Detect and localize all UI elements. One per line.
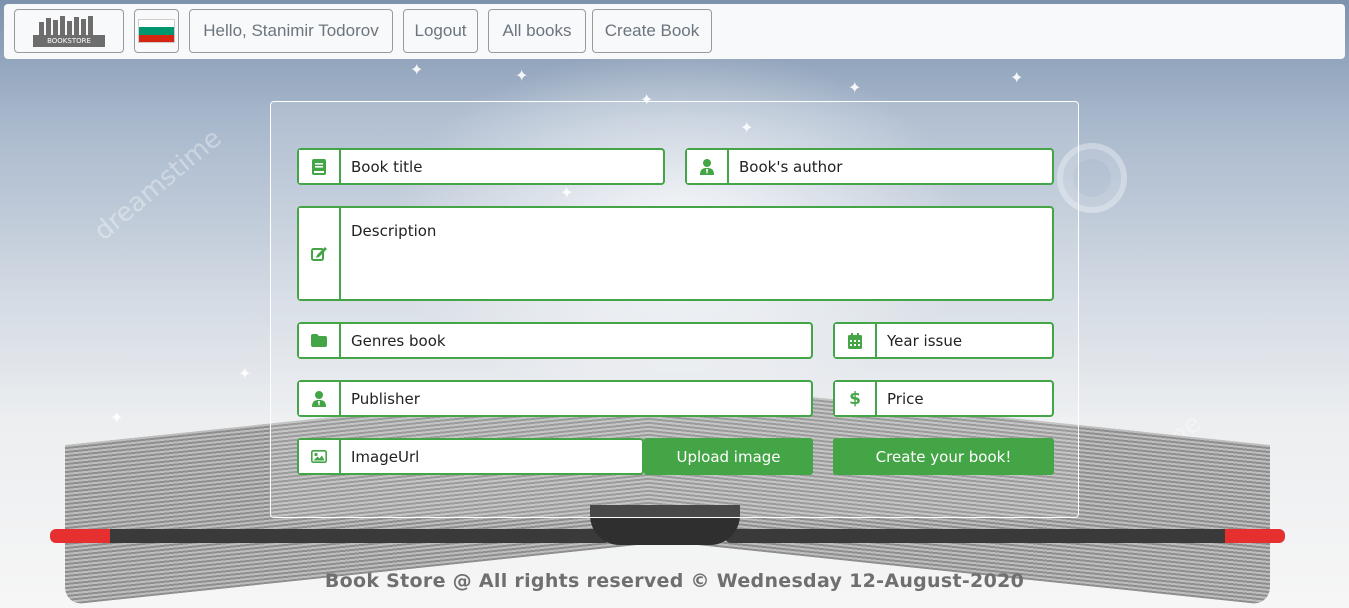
book-author-field[interactable]: Book's author: [685, 148, 1054, 185]
create-book-form: Book title Book's author Description Gen…: [270, 101, 1079, 518]
upload-image-button[interactable]: Upload image: [644, 438, 813, 475]
book-author-input[interactable]: Book's author: [729, 150, 1052, 183]
image-url-input[interactable]: ImageUrl: [341, 440, 642, 473]
publisher-field[interactable]: Publisher: [297, 380, 813, 417]
genres-input[interactable]: Genres book: [341, 324, 811, 357]
home-logo-button[interactable]: BOOKSTORE: [14, 9, 124, 53]
book-icon: [299, 150, 341, 183]
description-textarea[interactable]: Description: [341, 208, 1052, 299]
image-url-field[interactable]: ImageUrl: [297, 438, 644, 475]
price-input[interactable]: Price: [877, 382, 1052, 415]
bookstore-logo: BOOKSTORE: [33, 14, 105, 48]
sparkle-icon: ✦: [1010, 68, 1024, 87]
image-icon: [299, 440, 341, 473]
navbar: BOOKSTORE Hello, Stanimir Todorov Logout…: [4, 4, 1345, 59]
folder-icon: [299, 324, 341, 357]
logout-button[interactable]: Logout: [403, 9, 478, 53]
all-books-button[interactable]: All books: [488, 9, 586, 53]
publisher-input[interactable]: Publisher: [341, 382, 811, 415]
sparkle-icon: ✦: [848, 78, 862, 97]
logo-text: BOOKSTORE: [33, 35, 105, 47]
user-greeting-button[interactable]: Hello, Stanimir Todorov: [189, 9, 393, 53]
description-field[interactable]: Description: [297, 206, 1054, 301]
year-input[interactable]: Year issue: [877, 324, 1052, 357]
user-tie-icon: [687, 150, 729, 183]
calendar-icon: [835, 324, 877, 357]
edit-icon: [299, 208, 341, 299]
sparkle-icon: ✦: [410, 60, 424, 79]
watermark-text: dreamstime: [88, 123, 228, 247]
genres-field[interactable]: Genres book: [297, 322, 813, 359]
bulgaria-flag-icon: [138, 19, 175, 43]
dollar-icon: $: [835, 382, 877, 415]
book-title-input[interactable]: Book title: [341, 150, 663, 183]
book-title-field[interactable]: Book title: [297, 148, 665, 185]
sparkle-icon: ✦: [515, 66, 529, 85]
year-field[interactable]: Year issue: [833, 322, 1054, 359]
create-book-button[interactable]: Create Book: [592, 9, 712, 53]
language-switch-button[interactable]: [134, 9, 179, 53]
user-tie-icon: [299, 382, 341, 415]
create-book-submit-button[interactable]: Create your book!: [833, 438, 1054, 475]
price-field[interactable]: $ Price: [833, 380, 1054, 417]
footer: Book Store @ All rights reserved © Wedne…: [324, 570, 1025, 592]
